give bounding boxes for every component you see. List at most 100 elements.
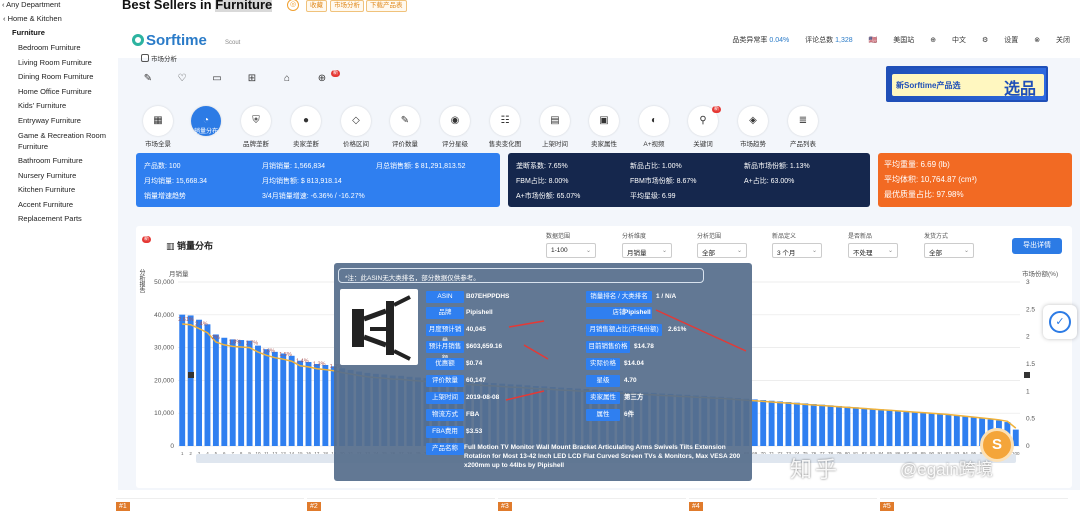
y2-tick-label: 2 bbox=[1026, 334, 1030, 341]
favorite-chip[interactable]: 收藏 bbox=[306, 0, 327, 12]
filter-data-range[interactable]: 数据范围 1-100 ⌄ bbox=[546, 231, 596, 258]
feature-sales-distribution[interactable]: ◔ 销量分布 bbox=[185, 106, 227, 147]
banner-inner: 新Sorftime产品选 选品 bbox=[892, 74, 1044, 98]
pin-icon[interactable]: ✎ bbox=[141, 72, 155, 86]
share-data-label: 1.8% bbox=[229, 339, 242, 345]
feature-seller-monopoly[interactable]: ● 卖家垄断 bbox=[285, 106, 327, 148]
sidebar-item[interactable]: Bedroom Furniture bbox=[18, 43, 81, 52]
filter-select[interactable]: 全部 ⌄ bbox=[697, 243, 747, 258]
annotation-arrows bbox=[505, 309, 747, 401]
avg-sales: 月均销量: 15,668.34 bbox=[144, 178, 208, 185]
sidebar-item[interactable]: Home Office Furniture bbox=[18, 87, 92, 96]
close-button[interactable]: ⊗ 关闭 bbox=[1034, 37, 1070, 44]
filter-select[interactable]: 不处理 ⌄ bbox=[848, 243, 898, 258]
chevron-down-icon: ⌄ bbox=[661, 248, 667, 254]
monthly-revenue: 月总销售额: $ 81,291,813.52 bbox=[376, 163, 466, 170]
feature-brand-monopoly[interactable]: ⛨ 品牌垄断 bbox=[235, 106, 277, 148]
chart-bar bbox=[945, 414, 952, 446]
avg-revenue: 月均销售额: $ 813,918.14 bbox=[262, 178, 342, 185]
growth-rate: 3/4月销量增速: -6.36% / -16.27% bbox=[262, 193, 365, 200]
product-count: 产品数: 100 bbox=[144, 163, 181, 170]
arrow-line bbox=[508, 320, 545, 328]
rank-card-2[interactable]: #2 bbox=[307, 498, 495, 517]
sidebar-item[interactable]: Kids' Furniture bbox=[18, 101, 66, 110]
filter-label: 发货方式 bbox=[924, 234, 949, 240]
sidebar-item[interactable]: Bathroom Furniture bbox=[18, 156, 83, 165]
floating-action-button[interactable]: ✓ bbox=[1043, 305, 1077, 339]
filter-select[interactable]: 全部 ⌄ bbox=[924, 243, 974, 258]
feature-product-list[interactable]: ≣ 产品列表 bbox=[782, 106, 824, 148]
review-label: 评论总数 bbox=[805, 37, 834, 44]
rank-card-1[interactable]: #1 bbox=[116, 498, 304, 517]
export-details-button[interactable]: 导出详情 bbox=[1012, 238, 1062, 254]
chevron-down-icon: ⌄ bbox=[736, 248, 742, 254]
banner-big-text: 选品 bbox=[1004, 81, 1037, 98]
feature-label: 销量分布 bbox=[193, 129, 218, 135]
anomaly-label: 品类异常率 bbox=[732, 37, 768, 44]
region-select[interactable]: 🇺🇸 美国站 bbox=[869, 37, 915, 44]
heart-icon[interactable]: ♡ bbox=[175, 72, 189, 86]
rank-card-5[interactable]: #5 bbox=[880, 498, 1068, 517]
sidebar-item[interactable]: Accent Furniture bbox=[18, 200, 73, 209]
sidebar-item[interactable]: Kitchen Furniture bbox=[18, 185, 75, 194]
filter-select[interactable]: 月销量 ⌄ bbox=[622, 243, 672, 258]
sorftime-icon[interactable]: ◎ bbox=[287, 0, 299, 11]
feature-review-count[interactable]: ✎ 评价数量 bbox=[384, 106, 426, 148]
y-axis-label: 月销量 bbox=[169, 269, 189, 278]
chart-bar bbox=[785, 402, 792, 446]
filter-is-new[interactable]: 是否新品 不处理 ⌄ bbox=[848, 231, 898, 258]
zoom-handle-left bbox=[188, 372, 194, 378]
cart-icon[interactable]: ⊕ bbox=[315, 72, 329, 86]
y2-tick-label: 0.5 bbox=[1026, 416, 1035, 423]
feature-aplus-video[interactable]: ◐ A+视频 bbox=[633, 106, 675, 148]
growth-trend-link[interactable]: 销量增速趋势 bbox=[144, 191, 186, 201]
filter-scope[interactable]: 分析范围 全部 ⌄ bbox=[697, 231, 747, 258]
analysis-report-tab[interactable]: 分析报告 bbox=[136, 251, 146, 311]
price-tag-icon: ◇ bbox=[341, 106, 371, 136]
tab-market-analysis[interactable]: 市场分析 bbox=[141, 53, 177, 63]
filter-dimension[interactable]: 分析维度 月销量 ⌄ bbox=[622, 231, 672, 258]
feature-price-range[interactable]: ◇ 价格区间 bbox=[335, 106, 377, 148]
feature-label: 价格区间 bbox=[343, 141, 369, 148]
feature-label: 卖家垄断 bbox=[293, 141, 319, 148]
sidebar-item[interactable]: Dining Room Furniture bbox=[18, 72, 93, 81]
sidebar-item[interactable]: Living Room Furniture bbox=[18, 58, 92, 67]
review-icon: ✎ bbox=[390, 106, 420, 136]
filter-select[interactable]: 1-100 ⌄ bbox=[546, 243, 596, 258]
chart-bar bbox=[937, 413, 943, 446]
folder-icon[interactable]: ▭ bbox=[210, 72, 224, 86]
chart-bar bbox=[288, 355, 295, 446]
any-department-link[interactable]: ‹ Any Department bbox=[2, 0, 60, 9]
list-icon: ≣ bbox=[788, 106, 818, 136]
sidebar-item[interactable]: Replacement Parts bbox=[18, 214, 82, 223]
feature-star-rating[interactable]: ◉ 评分星级 bbox=[434, 106, 476, 148]
sidebar-item[interactable]: Entryway Furniture bbox=[18, 116, 81, 125]
chart-bar bbox=[911, 411, 918, 446]
language-select[interactable]: ⊕ 中文 bbox=[930, 37, 966, 44]
filter-shipping[interactable]: 发货方式全部 ⌄ bbox=[924, 231, 974, 258]
feature-market-overview[interactable]: ▦ 市场全景 bbox=[137, 106, 179, 148]
download-list-chip[interactable]: 下载产品表 bbox=[366, 0, 407, 12]
sidebar-item[interactable]: Nursery Furniture bbox=[18, 171, 76, 180]
sidebar-item[interactable]: Game & Recreation Room Furniture bbox=[18, 130, 116, 152]
chevron-down-icon: ⌄ bbox=[887, 248, 893, 254]
rank-card-3[interactable]: #3 bbox=[498, 498, 686, 517]
rank-card-4[interactable]: #4 bbox=[689, 498, 877, 517]
settings-button[interactable]: ⚙ 设置 bbox=[982, 37, 1018, 44]
feature-sales-change[interactable]: ☷ 售卖变化图 bbox=[484, 106, 526, 148]
grid-icon[interactable]: ⊞ bbox=[245, 72, 259, 86]
filter-select[interactable]: 3 个月 ⌄ bbox=[772, 243, 822, 258]
feature-seller-attr[interactable]: ▣ 卖家属性 bbox=[583, 106, 625, 148]
gift-icon[interactable]: ⌂ bbox=[280, 72, 294, 86]
video-icon: ◐ bbox=[639, 106, 669, 136]
check-icon: ✓ bbox=[1049, 311, 1071, 333]
home-kitchen-link[interactable]: ‹ Home & Kitchen bbox=[3, 14, 62, 23]
feature-listing-time[interactable]: ▤ 上架时间 bbox=[534, 106, 576, 148]
chart-bar bbox=[928, 413, 935, 446]
filter-new-definition[interactable]: 新品定义 3 个月 ⌄ bbox=[772, 231, 822, 258]
chart-bar bbox=[894, 410, 901, 446]
promo-banner[interactable]: 新Sorftime产品选 选品 bbox=[886, 66, 1048, 102]
market-analysis-chip[interactable]: 市场分析 bbox=[330, 0, 364, 12]
feature-market-trend[interactable]: ◈ 市场趋势 bbox=[732, 106, 774, 148]
chart-bar bbox=[810, 404, 817, 446]
